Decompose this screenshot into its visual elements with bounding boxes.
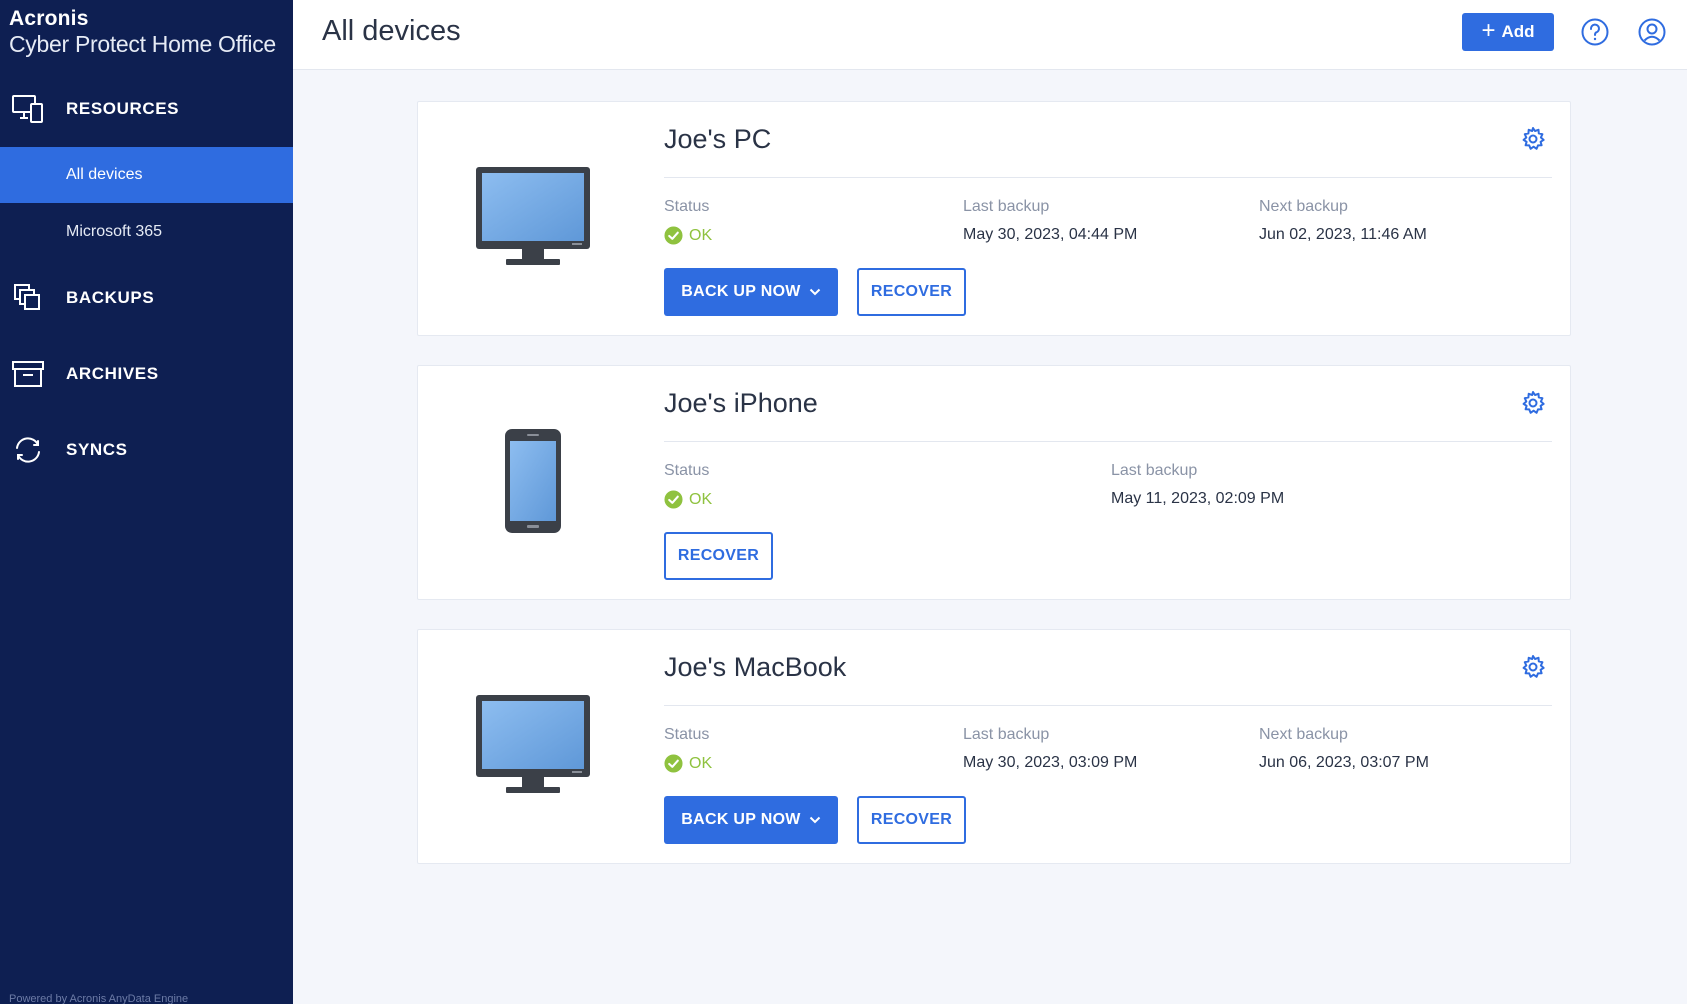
brand-logo: Acronis Cyber Protect Home Office bbox=[9, 7, 276, 58]
sidebar: Acronis Cyber Protect Home Office RESOUR… bbox=[0, 0, 293, 1004]
phone-icon bbox=[473, 426, 593, 536]
recover-label: RECOVER bbox=[870, 811, 953, 828]
recover-button[interactable]: RECOVER bbox=[664, 532, 773, 580]
status-label: Status bbox=[664, 198, 710, 215]
status-value: OK bbox=[664, 754, 712, 773]
account-icon[interactable] bbox=[1637, 17, 1667, 47]
sidebar-item-label: All devices bbox=[66, 166, 143, 183]
back-up-now-button[interactable]: BACK UP NOW bbox=[664, 796, 838, 844]
next-backup-label: Next backup bbox=[1259, 726, 1348, 743]
card-divider bbox=[664, 705, 1552, 706]
nav-archives-label: ARCHIVES bbox=[66, 364, 159, 383]
recover-button[interactable]: RECOVER bbox=[857, 796, 966, 844]
next-backup-value: Jun 02, 2023, 11:46 AM bbox=[1259, 226, 1427, 243]
gear-icon[interactable] bbox=[1520, 390, 1546, 416]
nav-resources-label: RESOURCES bbox=[66, 99, 180, 118]
back-up-now-label: BACK UP NOW bbox=[681, 283, 801, 300]
recover-label: RECOVER bbox=[870, 283, 953, 300]
status-label: Status bbox=[664, 462, 710, 479]
next-backup-value: Jun 06, 2023, 03:07 PM bbox=[1259, 754, 1429, 771]
status-text: OK bbox=[689, 226, 713, 244]
nav-backups-label: BACKUPS bbox=[66, 288, 155, 307]
back-up-now-button[interactable]: BACK UP NOW bbox=[664, 268, 838, 316]
last-backup-value: May 30, 2023, 04:44 PM bbox=[963, 226, 1138, 243]
powered-by-footer: Powered by Acronis AnyData Engine bbox=[9, 993, 189, 1004]
nav-syncs-label: SYNCS bbox=[66, 440, 128, 459]
last-backup-label: Last backup bbox=[963, 198, 1050, 215]
archive-box-icon bbox=[10, 356, 46, 392]
gear-icon[interactable] bbox=[1520, 126, 1546, 152]
card-divider bbox=[664, 177, 1552, 178]
check-circle-icon bbox=[664, 226, 683, 245]
monitor-icon bbox=[473, 162, 593, 272]
nav-archives[interactable]: ARCHIVES bbox=[0, 344, 293, 404]
device-card-joes-macbook: Joe's MacBook Status OK Last backup May … bbox=[417, 629, 1571, 864]
device-name: Joe's PC bbox=[664, 124, 772, 154]
back-up-now-label: BACK UP NOW bbox=[681, 811, 801, 828]
top-bar: All devices + Add bbox=[293, 0, 1687, 70]
page-title: All devices bbox=[322, 15, 461, 47]
last-backup-value: May 11, 2023, 02:09 PM bbox=[1111, 490, 1285, 507]
next-backup-label: Next backup bbox=[1259, 198, 1348, 215]
chevron-down-icon bbox=[809, 288, 820, 296]
status-label: Status bbox=[664, 726, 710, 743]
nav-syncs[interactable]: SYNCS bbox=[0, 420, 293, 480]
sidebar-item-microsoft-365[interactable]: Microsoft 365 bbox=[0, 204, 293, 260]
check-circle-icon bbox=[664, 490, 683, 509]
sidebar-item-label: Microsoft 365 bbox=[66, 223, 163, 240]
device-name: Joe's MacBook bbox=[664, 652, 847, 682]
sync-icon bbox=[10, 432, 46, 468]
check-circle-icon bbox=[664, 754, 683, 773]
recover-button[interactable]: RECOVER bbox=[857, 268, 966, 316]
last-backup-label: Last backup bbox=[1111, 462, 1198, 479]
sidebar-item-all-devices[interactable]: All devices bbox=[0, 147, 293, 203]
device-card-joes-pc: Joe's PC Status OK Last backup May 30, 2… bbox=[417, 101, 1571, 336]
add-button-label: Add bbox=[1501, 22, 1535, 41]
gear-icon[interactable] bbox=[1520, 654, 1546, 680]
device-card-joes-iphone: Joe's iPhone Status OK Last backup May 1… bbox=[417, 365, 1571, 600]
status-value: OK bbox=[664, 490, 712, 509]
monitor-icon bbox=[473, 690, 593, 800]
recover-label: RECOVER bbox=[677, 547, 760, 564]
brand-name: Acronis bbox=[9, 7, 89, 30]
nav-backups[interactable]: BACKUPS bbox=[0, 268, 293, 328]
chevron-down-icon bbox=[809, 816, 820, 824]
last-backup-label: Last backup bbox=[963, 726, 1050, 743]
status-value: OK bbox=[664, 226, 712, 245]
device-name: Joe's iPhone bbox=[664, 388, 818, 418]
plus-icon: + bbox=[1481, 17, 1496, 44]
add-button[interactable]: + Add bbox=[1462, 13, 1554, 51]
status-text: OK bbox=[689, 490, 713, 508]
nav-resources[interactable]: RESOURCES bbox=[0, 79, 293, 139]
status-text: OK bbox=[689, 754, 713, 772]
backups-icon bbox=[10, 280, 46, 316]
product-name: Cyber Protect Home Office bbox=[9, 31, 276, 58]
last-backup-value: May 30, 2023, 03:09 PM bbox=[963, 754, 1138, 771]
devices-icon bbox=[10, 91, 46, 127]
help-icon[interactable] bbox=[1580, 17, 1610, 47]
card-divider bbox=[664, 441, 1552, 442]
